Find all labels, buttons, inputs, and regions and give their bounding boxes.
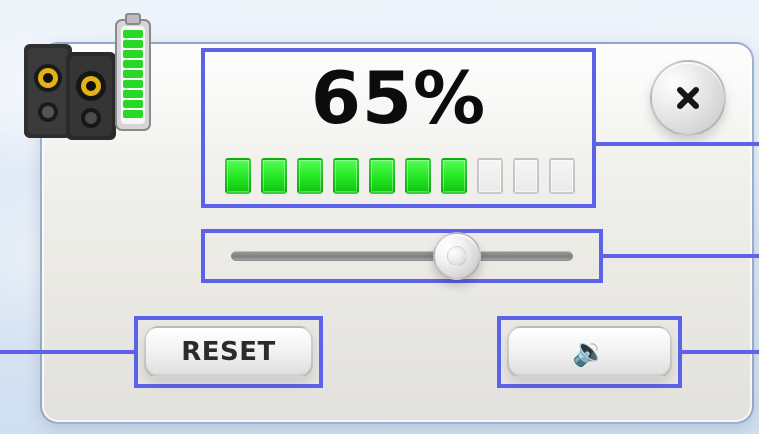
reset-button-label: RESET (181, 337, 276, 367)
volume-slider-knob[interactable] (433, 232, 482, 280)
level-segment-2 (261, 158, 287, 194)
level-segment-10 (549, 158, 575, 194)
speakers-battery-icon (18, 8, 173, 143)
volume-slider-box[interactable] (201, 229, 603, 283)
connector-line-right-mute (682, 350, 759, 354)
level-segment-3 (297, 158, 323, 194)
level-segment-7 (441, 158, 467, 194)
level-segment-5 (369, 158, 395, 194)
reset-button[interactable]: RESET (144, 326, 313, 378)
reset-button-box: RESET (134, 316, 323, 388)
volume-percent-text: 65% (310, 56, 487, 140)
close-button[interactable] (650, 60, 726, 136)
close-icon (677, 87, 699, 109)
connector-line-right-slider (603, 254, 759, 258)
volume-slider-track[interactable] (231, 251, 573, 261)
level-segment-6 (405, 158, 431, 194)
level-segment-4 (333, 158, 359, 194)
level-segment-9 (513, 158, 539, 194)
connector-line-right-percent (596, 142, 759, 146)
level-segment-1 (225, 158, 251, 194)
volume-percentage-box: 65% (201, 48, 596, 208)
speaker-icon: 🔉 (572, 335, 607, 368)
mute-button-box: 🔉 (497, 316, 682, 388)
connector-line-left-reset (0, 350, 134, 354)
volume-level-bars (225, 158, 575, 194)
level-segment-8 (477, 158, 503, 194)
mute-button[interactable]: 🔉 (507, 326, 672, 378)
